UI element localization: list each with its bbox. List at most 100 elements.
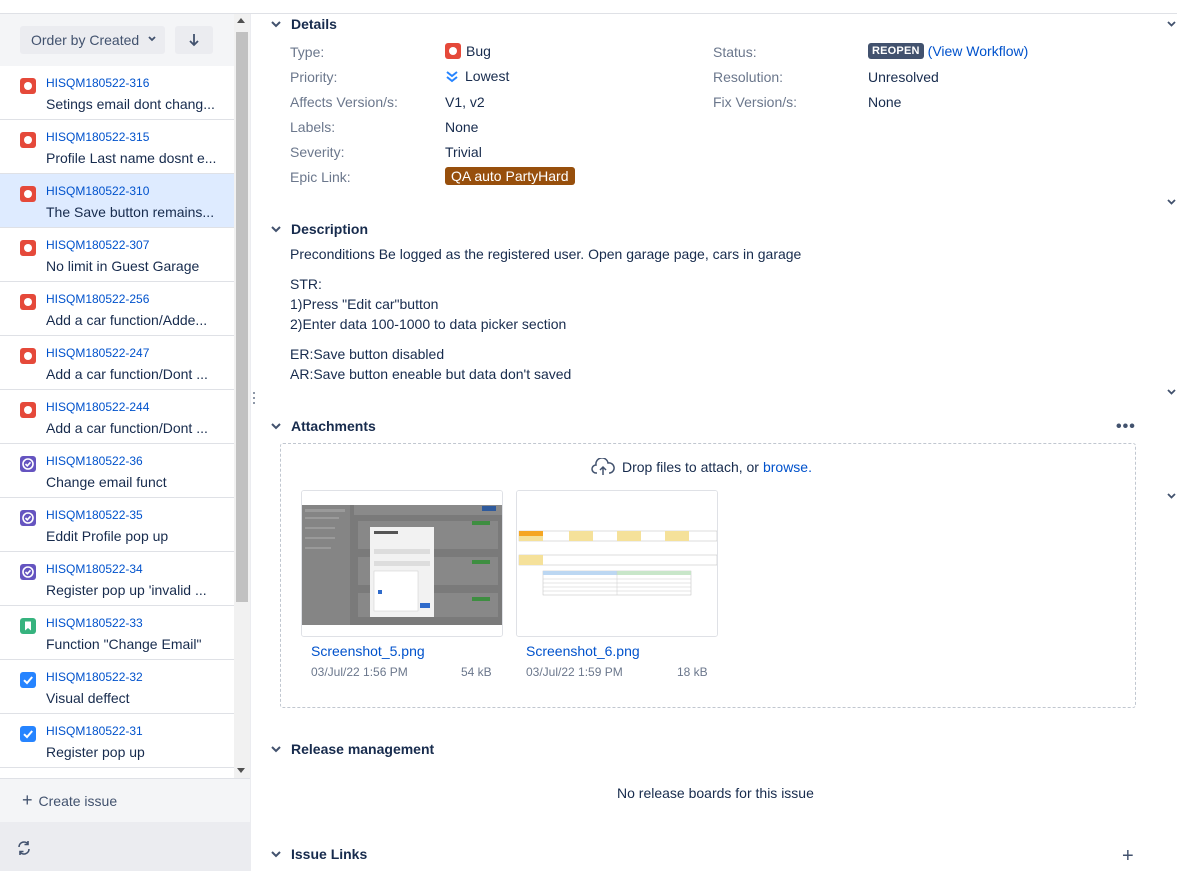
issue-summary: Add a car function/Dont ...	[46, 420, 208, 436]
attachments-toggle[interactable]: Attachments	[270, 418, 376, 434]
attachment-date: 03/Jul/22 1:56 PM	[311, 665, 408, 679]
priority-value: Lowest	[445, 68, 509, 84]
panel-resize-handle[interactable]	[253, 392, 257, 408]
attachment-file-name[interactable]: Screenshot_6.png	[526, 643, 640, 659]
description-line[interactable]: 2)Enter data 100-1000 to data picker sec…	[290, 314, 566, 334]
attachment-file-name[interactable]: Screenshot_5.png	[311, 643, 425, 659]
epic-lozenge[interactable]: QA auto PartyHard	[445, 167, 575, 185]
issue-list-item[interactable]: HISQM180522-315 Profile Last name dosnt e…	[0, 120, 234, 174]
issue-links-toggle[interactable]: Issue Links	[270, 846, 367, 862]
issue-summary: Eddit Profile pop up	[46, 528, 169, 544]
issue-list-item[interactable]: HISQM180522-316 Setings email dont chang.…	[0, 66, 234, 120]
attachment-date: 03/Jul/22 1:59 PM	[526, 665, 623, 679]
issue-list-item[interactable]: HISQM180522-307 No limit in Guest Garage	[0, 228, 234, 282]
type-label: Type:	[290, 44, 325, 60]
description-line[interactable]: STR:	[290, 274, 322, 294]
browse-link[interactable]: browse.	[763, 459, 812, 475]
priority-label: Priority:	[290, 69, 338, 85]
chevron-down-icon	[271, 21, 281, 28]
attachments-title: Attachments	[291, 418, 376, 434]
chevron-down-icon	[148, 36, 156, 42]
add-issue-link-button[interactable]: +	[1122, 845, 1134, 868]
chevron-down-icon[interactable]	[1166, 18, 1177, 29]
status-badge[interactable]: REOPEN	[868, 43, 924, 59]
attachment-size: 18 kB	[677, 665, 708, 679]
issue-list-item[interactable]: HISQM180522-34 Register pop up 'invalid .…	[0, 552, 234, 606]
issue-key: HISQM180522-31	[46, 724, 143, 738]
resolution-label: Resolution:	[713, 69, 784, 85]
issue-summary: Function "Change Email"	[46, 636, 202, 652]
affects-version-label: Affects Version/s:	[290, 94, 398, 110]
attachments-more-button[interactable]: •••	[1116, 418, 1136, 436]
issue-summary: Change email funct	[46, 474, 167, 490]
issue-key: HISQM180522-35	[46, 508, 143, 522]
spreadsheet-thumbnail-image	[517, 491, 717, 636]
cloud-upload-icon	[591, 458, 615, 475]
severity-value[interactable]: Trivial	[445, 144, 482, 160]
order-by-label: Order by Created	[31, 32, 140, 48]
issue-list-item[interactable]: HISQM180522-35 Eddit Profile pop up	[0, 498, 234, 552]
arrow-down-icon	[189, 34, 199, 47]
scroll-up-arrow[interactable]	[237, 18, 245, 23]
task-icon	[20, 510, 36, 526]
chevron-down-icon[interactable]	[1166, 386, 1177, 397]
type-text: Bug	[466, 43, 491, 59]
release-management-toggle[interactable]: Release management	[270, 741, 434, 757]
issue-key: HISQM180522-36	[46, 454, 143, 468]
attachment-dropzone[interactable]: Drop files to attach, or browse. Screens…	[280, 443, 1136, 708]
issue-summary: Add a car function/Dont ...	[46, 366, 208, 382]
description-line[interactable]: 1)Press "Edit car"button	[290, 294, 438, 314]
description-line[interactable]: AR:Save button eneable but data don't sa…	[290, 364, 571, 384]
issue-links-title: Issue Links	[291, 846, 368, 862]
issue-key: HISQM180522-33	[46, 616, 143, 630]
issue-navigator-sidebar: Order by Created HISQM180522-316 Setings …	[0, 14, 251, 871]
scrollbar-thumb[interactable]	[236, 32, 248, 602]
bug-icon	[20, 186, 36, 202]
issue-key: HISQM180522-310	[46, 184, 150, 198]
issue-list-item[interactable]: HISQM180522-310 The Save button remains..…	[0, 174, 234, 228]
order-by-button[interactable]: Order by Created	[20, 26, 165, 54]
description-line[interactable]: ER:Save button disabled	[290, 344, 444, 364]
sidebar-footer	[0, 822, 250, 871]
details-toggle[interactable]: Details	[270, 16, 337, 32]
issue-list-item[interactable]: HISQM180522-33 Function "Change Email"	[0, 606, 234, 660]
create-issue-button[interactable]: + Create issue	[0, 778, 250, 822]
issue-list-item[interactable]: HISQM180522-31 Register pop up	[0, 714, 234, 768]
scroll-down-arrow[interactable]	[237, 768, 245, 773]
labels-value[interactable]: None	[445, 119, 478, 135]
issue-list-item[interactable]: HISQM180522-256 Add a car function/Adde..…	[0, 282, 234, 336]
sort-direction-button[interactable]	[175, 26, 213, 54]
sidebar-toolbar: Order by Created	[0, 14, 234, 66]
issue-list-item[interactable]: HISQM180522-32 Visual deffect	[0, 660, 234, 714]
issue-list-item[interactable]: HISQM180522-247 Add a car function/Dont .…	[0, 336, 234, 390]
epic-link-value: QA auto PartyHard	[445, 167, 575, 185]
issue-key: HISQM180522-32	[46, 670, 143, 684]
issue-key: HISQM180522-315	[46, 130, 150, 144]
attachment-thumbnail[interactable]	[301, 490, 503, 637]
fix-version-label: Fix Version/s:	[713, 94, 798, 110]
create-issue-label: Create issue	[38, 792, 118, 809]
issue-key: HISQM180522-244	[46, 400, 150, 414]
drop-text: Drop files to attach, or browse.	[591, 458, 812, 476]
affects-version-value[interactable]: V1, v2	[445, 94, 485, 110]
fix-version-value[interactable]: None	[868, 94, 901, 110]
chevron-down-icon[interactable]	[1166, 490, 1177, 501]
chevron-down-icon[interactable]	[1166, 196, 1177, 207]
release-management-title: Release management	[291, 741, 435, 757]
task-icon	[20, 456, 36, 472]
view-workflow-link[interactable]: (View Workflow)	[928, 43, 1029, 59]
lowest-priority-icon	[446, 71, 458, 83]
refresh-icon[interactable]	[16, 840, 32, 856]
issue-list-item[interactable]: HISQM180522-244 Add a car function/Dont .…	[0, 390, 234, 444]
bug-icon	[20, 78, 36, 94]
description-toggle[interactable]: Description	[270, 221, 368, 237]
attachment-size: 54 kB	[461, 665, 492, 679]
description-line[interactable]: Preconditions Be logged as the registere…	[290, 244, 801, 264]
resolution-value: Unresolved	[868, 69, 939, 85]
issue-key: HISQM180522-34	[46, 562, 143, 576]
attachment-thumbnail[interactable]	[516, 490, 718, 637]
done-checkbox-icon	[20, 672, 36, 688]
issue-key: HISQM180522-247	[46, 346, 150, 360]
issue-list-item[interactable]: HISQM180522-36 Change email funct	[0, 444, 234, 498]
bug-icon	[20, 294, 36, 310]
